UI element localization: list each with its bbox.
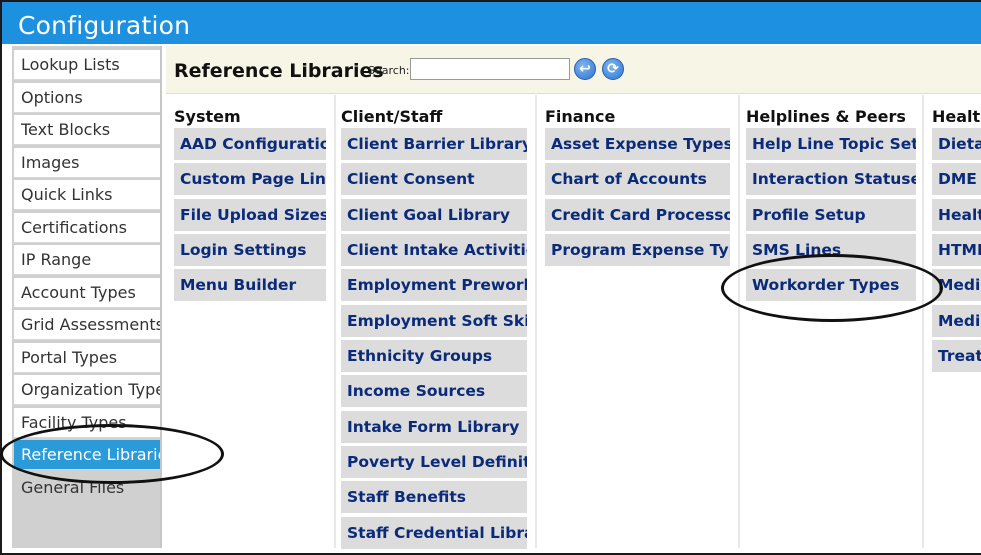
page-header: Reference Libraries Search: ↩ ⟳	[166, 46, 981, 94]
column-helplines-peers: Helplines & Peers Help Line Topic Setup …	[738, 95, 924, 548]
tile-custom-page-links[interactable]: Custom Page Links	[174, 163, 326, 195]
tile-sms-lines[interactable]: SMS Lines	[746, 234, 916, 266]
back-arrow-icon[interactable]: ↩	[574, 58, 596, 80]
tile-interaction-statuses[interactable]: Interaction Statuses	[746, 163, 916, 195]
column-heading: Healt	[932, 107, 981, 126]
column-client-staff: Client/Staff Client Barrier Library Clie…	[333, 95, 537, 549]
tile-health[interactable]: Healt	[932, 199, 981, 231]
tile-help-line-topic-setup[interactable]: Help Line Topic Setup	[746, 128, 916, 160]
search-input[interactable]	[410, 58, 570, 80]
column-heading: System	[174, 107, 241, 126]
tile-chart-of-accounts[interactable]: Chart of Accounts	[545, 163, 730, 195]
sidebar-item-images[interactable]: Images	[14, 148, 160, 178]
column-finance: Finance Asset Expense Types Chart of Acc…	[537, 95, 740, 548]
window-title: Configuration	[18, 11, 191, 40]
refresh-icon[interactable]: ⟳	[602, 58, 624, 80]
column-system: System AAD Configuration Custom Page Lin…	[166, 95, 336, 548]
sidebar-item-grid-assessments[interactable]: Grid Assessments	[14, 310, 160, 340]
column-heading: Client/Staff	[341, 107, 443, 126]
sidebar-item-facility-types[interactable]: Facility Types	[14, 408, 160, 438]
tile-client-consent[interactable]: Client Consent	[341, 163, 527, 195]
tile-poverty-level-definition[interactable]: Poverty Level Definition	[341, 446, 527, 478]
tile-program-expense-types[interactable]: Program Expense Types	[545, 234, 730, 266]
tile-employment-prework[interactable]: Employment Prework	[341, 269, 527, 301]
tile-intake-form-library[interactable]: Intake Form Library	[341, 411, 527, 443]
title-bar: Configuration	[2, 2, 981, 44]
sidebar-item-organization-types[interactable]: Organization Types	[14, 375, 160, 405]
tile-income-sources[interactable]: Income Sources	[341, 375, 527, 407]
tile-ethnicity-groups[interactable]: Ethnicity Groups	[341, 340, 527, 372]
sidebar-item-text-blocks[interactable]: Text Blocks	[14, 115, 160, 145]
sidebar-item-certifications[interactable]: Certifications	[14, 213, 160, 243]
sidebar-item-options[interactable]: Options	[14, 83, 160, 113]
sidebar-item-ip-range[interactable]: IP Range	[14, 245, 160, 275]
tile-menu-builder[interactable]: Menu Builder	[174, 269, 326, 301]
page-title: Reference Libraries	[174, 60, 384, 82]
tile-html[interactable]: HTML	[932, 234, 981, 266]
sidebar-item-lookup-lists[interactable]: Lookup Lists	[14, 50, 160, 80]
tile-file-upload-sizes[interactable]: File Upload Sizes	[174, 199, 326, 231]
tile-workorder-types[interactable]: Workorder Types	[746, 269, 916, 301]
sidebar-item-account-types[interactable]: Account Types	[14, 278, 160, 308]
tile-staff-credential-library[interactable]: Staff Credential Library	[341, 517, 527, 549]
tile-medical-2[interactable]: Medic	[932, 305, 981, 337]
sidebar-item-general-files[interactable]: General Files	[14, 473, 160, 503]
sidebar: Lookup Lists Options Text Blocks Images …	[12, 46, 162, 548]
tile-client-barrier-library[interactable]: Client Barrier Library	[341, 128, 527, 160]
tile-staff-benefits[interactable]: Staff Benefits	[341, 481, 527, 513]
sidebar-item-quick-links[interactable]: Quick Links	[14, 180, 160, 210]
tile-client-goal-library[interactable]: Client Goal Library	[341, 199, 527, 231]
tile-aad-configuration[interactable]: AAD Configuration	[174, 128, 326, 160]
reference-library-grid: System AAD Configuration Custom Page Lin…	[166, 95, 981, 549]
tile-asset-expense-types[interactable]: Asset Expense Types	[545, 128, 730, 160]
tile-treatment[interactable]: Treat	[932, 340, 981, 372]
search-label: Search:	[368, 64, 410, 77]
tile-medical-1[interactable]: Medic	[932, 269, 981, 301]
tile-client-intake-activities[interactable]: Client Intake Activities	[341, 234, 527, 266]
column-health: Healt Dieta DME Healt HTML Medic Medic T…	[924, 95, 981, 548]
tile-dietary[interactable]: Dieta	[932, 128, 981, 160]
tile-dme[interactable]: DME	[932, 163, 981, 195]
tile-employment-soft-skills[interactable]: Employment Soft Skills	[341, 305, 527, 337]
sidebar-item-reference-libraries[interactable]: Reference Libraries	[14, 440, 160, 470]
tile-credit-card-processors[interactable]: Credit Card Processors	[545, 199, 730, 231]
sidebar-item-portal-types[interactable]: Portal Types	[14, 343, 160, 373]
tile-login-settings[interactable]: Login Settings	[174, 234, 326, 266]
column-heading: Finance	[545, 107, 616, 126]
column-heading: Helplines & Peers	[746, 107, 906, 126]
tile-profile-setup[interactable]: Profile Setup	[746, 199, 916, 231]
